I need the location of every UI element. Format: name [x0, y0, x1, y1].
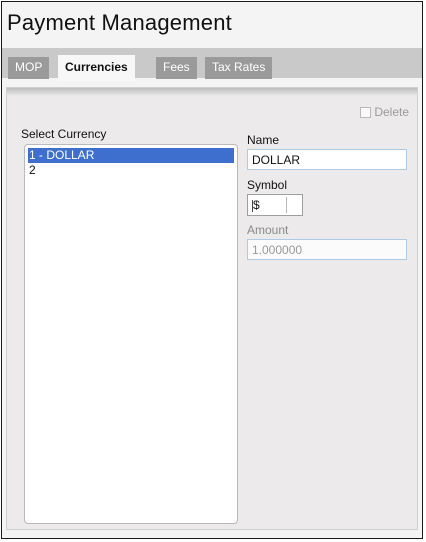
page-title: Payment Management	[7, 10, 232, 35]
select-currency-label: Select Currency	[21, 127, 107, 141]
tab-bar: MOP Currencies Fees Tax Rates	[2, 48, 422, 81]
tab-mop[interactable]: MOP	[8, 57, 50, 79]
payment-management-window: Payment Management MOP Currencies Fees T…	[1, 1, 423, 539]
symbol-field[interactable]: $	[247, 194, 303, 216]
tab-currencies[interactable]: Currencies	[58, 55, 135, 81]
amount-label: Amount	[247, 223, 289, 237]
amount-field	[247, 239, 407, 260]
tab-fees[interactable]: Fees	[156, 57, 197, 79]
currency-list-item-1[interactable]: 1 - DOLLAR	[28, 148, 234, 163]
currencies-panel: Delete Select Currency 1 - DOLLAR 2 Name…	[6, 87, 418, 530]
delete-label: Delete	[374, 105, 409, 119]
currency-list-item-2[interactable]: 2	[28, 163, 234, 178]
symbol-label: Symbol	[247, 178, 288, 192]
tab-tax-rates[interactable]: Tax Rates	[205, 57, 273, 79]
name-label: Name	[247, 133, 280, 147]
name-field[interactable]	[247, 149, 407, 170]
panel-divider	[7, 88, 417, 96]
currency-listbox[interactable]: 1 - DOLLAR 2	[24, 144, 238, 524]
symbol-field-divider	[286, 197, 287, 213]
delete-option[interactable]: Delete	[360, 105, 409, 119]
delete-checkbox[interactable]	[360, 106, 372, 118]
symbol-value: $	[253, 198, 260, 212]
